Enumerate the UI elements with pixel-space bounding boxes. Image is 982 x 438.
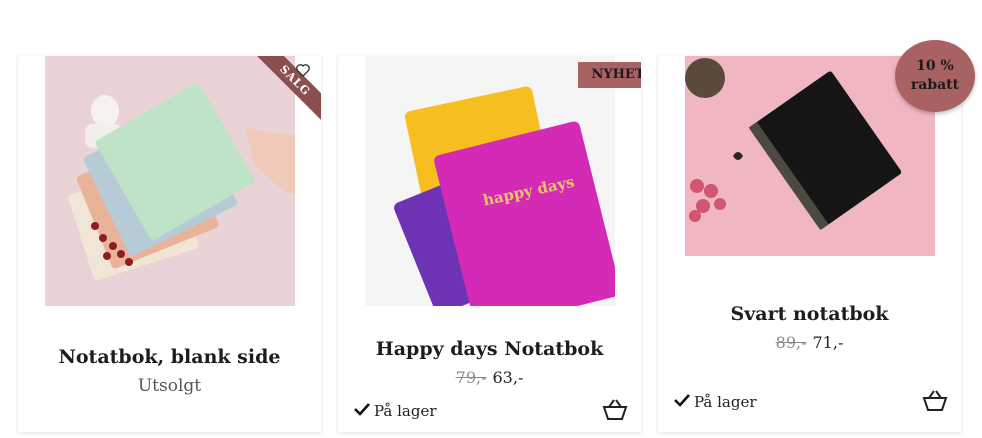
stock-label: På lager [694,393,757,411]
new-badge: NYHET [578,62,641,88]
stock-status: Utsolgt [137,376,202,396]
current-price: 63,- [492,368,524,387]
discount-label: rabatt [910,77,960,93]
current-price: 71,- [812,333,844,352]
checkmark-icon [674,393,690,411]
stock-indicator: På lager [674,393,757,411]
heart-icon[interactable] [295,62,311,78]
stock-indicator: På lager [354,402,437,420]
checkmark-icon [354,402,370,420]
product-title[interactable]: Svart notatbok [658,303,961,325]
product-card-happy-days[interactable]: happy days NYHET Happy days Notatbok 79,… [338,56,641,432]
old-price: 89,- [775,333,807,352]
price: 79,- 63,- [338,368,641,387]
basket-icon[interactable] [922,389,948,413]
product-title[interactable]: Notatbok, blank side [18,346,321,368]
happy-days-notebooks-photo: happy days [365,56,615,306]
product-title[interactable]: Happy days Notatbok [338,338,641,360]
basket-icon[interactable] [602,398,628,422]
discount-percent: 10 % [916,58,954,74]
discount-badge: 10 % rabatt [895,40,975,112]
stock-label: På lager [374,402,437,420]
product-card-svart-notatbok[interactable]: 10 % rabatt Svart notatbok 89,- 71,- På la… [658,40,975,432]
product-image[interactable]: happy days [365,56,615,306]
price: 89,- 71,- [658,333,961,352]
old-price: 79,- [455,368,487,387]
product-card-notatbok-blank[interactable]: SALG Notatbok, blank side Utsolgt [18,56,321,432]
